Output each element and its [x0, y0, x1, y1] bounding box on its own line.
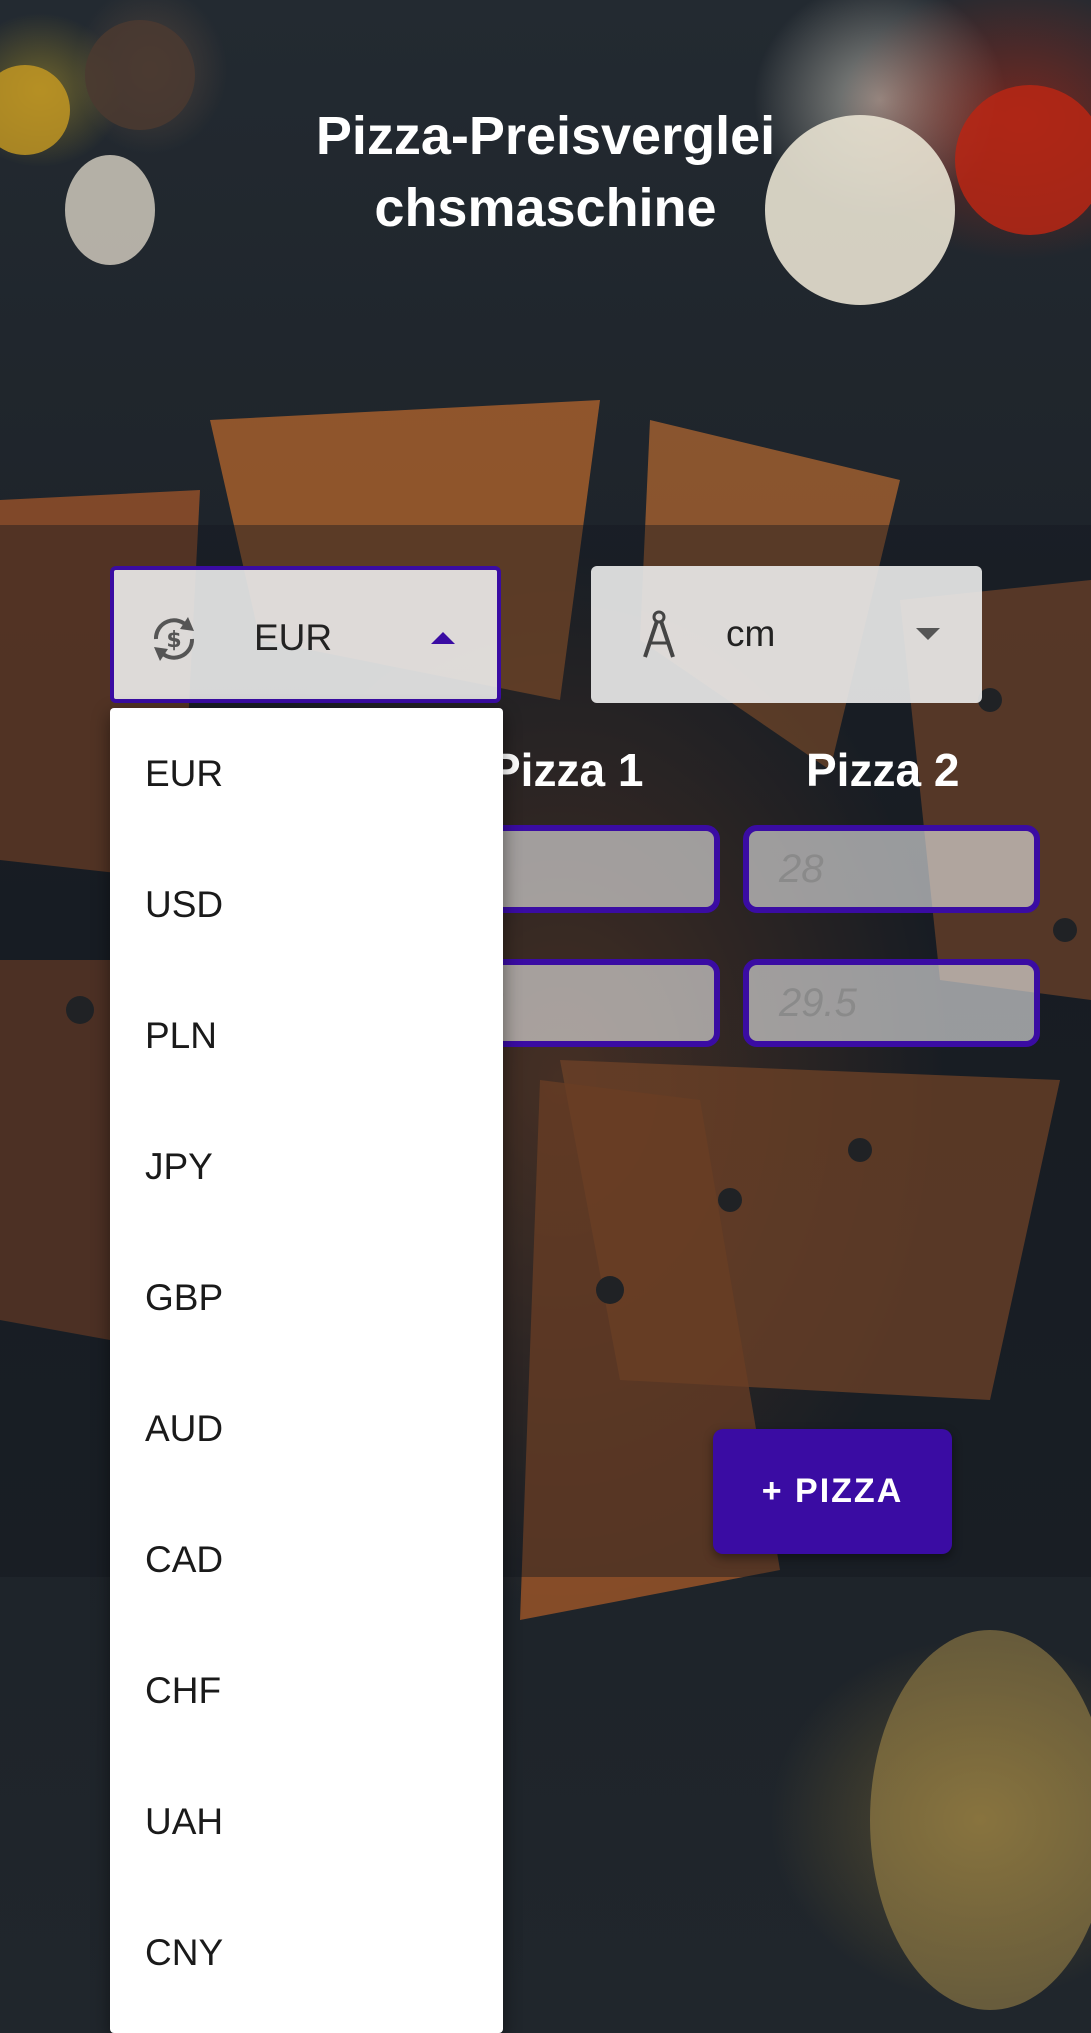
chevron-down-icon — [916, 628, 940, 640]
currency-exchange-icon: $ — [153, 617, 195, 661]
currency-dropdown[interactable]: $ EUR — [110, 566, 501, 703]
add-pizza-button[interactable]: + PIZZA — [713, 1429, 952, 1554]
currency-option-usd[interactable]: USD — [110, 839, 503, 970]
currency-option-pln[interactable]: PLN — [110, 970, 503, 1101]
title-line-2: chsmaschine — [374, 178, 717, 238]
currency-option-eur[interactable]: EUR — [110, 708, 503, 839]
unit-dropdown[interactable]: cm — [591, 566, 982, 703]
currency-menu: EUR USD PLN JPY GBP AUD CAD CHF UAH CNY — [110, 708, 503, 2033]
currency-option-cny[interactable]: CNY — [110, 1887, 503, 2018]
currency-option-cad[interactable]: CAD — [110, 1494, 503, 1625]
page-title: Pizza-Preisverglei chsmaschine — [0, 100, 1091, 244]
currency-option-chf[interactable]: CHF — [110, 1625, 503, 1756]
currency-option-aud[interactable]: AUD — [110, 1363, 503, 1494]
title-line-1: Pizza-Preisverglei — [315, 106, 776, 166]
compass-icon — [643, 610, 675, 658]
unit-value: cm — [726, 613, 776, 654]
pizza-2-size-placeholder: 28 — [779, 847, 824, 891]
currency-option-uah[interactable]: UAH — [110, 1756, 503, 1887]
chevron-up-icon — [431, 632, 455, 644]
currency-option-jpy[interactable]: JPY — [110, 1101, 503, 1232]
pizza-2-price-placeholder: 29.5 — [779, 981, 857, 1025]
pizza-2-size-input[interactable]: 28 — [743, 825, 1040, 913]
pizza-1-header: Pizza 1 — [490, 744, 644, 796]
pizza-2-price-input[interactable]: 29.5 — [743, 959, 1040, 1047]
currency-option-gbp[interactable]: GBP — [110, 1232, 503, 1363]
svg-text:$: $ — [166, 628, 181, 653]
pizza-2-header: Pizza 2 — [806, 744, 960, 796]
currency-value: EUR — [254, 617, 333, 658]
